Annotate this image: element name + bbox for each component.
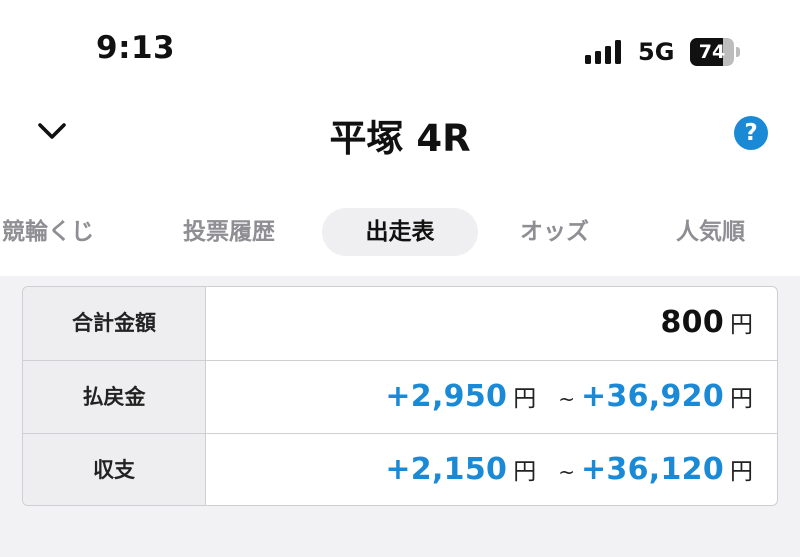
- total-amount: 800: [660, 305, 724, 340]
- status-bar: 9:13 5G 74: [0, 0, 800, 100]
- total-amount-label: 合計金額: [23, 287, 206, 360]
- yen-unit: 円: [513, 459, 537, 485]
- signal-strength-icon: [585, 40, 625, 64]
- tab-betting-history[interactable]: 投票履歴: [183, 208, 275, 256]
- yen-unit: 円: [513, 386, 537, 412]
- payout-row: 払戻金 +2,950 円 ~ +36,920 円: [23, 360, 777, 433]
- summary-table: 合計金額 800 円 払戻金 +2,950 円 ~ +36,920 円 収支 +2,150…: [22, 286, 778, 506]
- yen-unit: 円: [730, 312, 753, 338]
- battery-icon: 74: [690, 38, 740, 66]
- balance-label: 収支: [23, 434, 206, 505]
- range-tilde: ~: [558, 460, 575, 484]
- battery-level: 74: [698, 41, 726, 63]
- balance-min: +2,150: [385, 452, 508, 487]
- payout-label: 払戻金: [23, 361, 206, 433]
- balance-max: +36,120: [580, 452, 724, 487]
- range-tilde: ~: [558, 387, 575, 411]
- yen-unit: 円: [730, 386, 753, 412]
- total-amount-value: 800 円: [660, 287, 753, 360]
- tab-keirin-kuji[interactable]: 競輪くじ: [2, 208, 94, 256]
- network-type: 5G: [638, 38, 675, 66]
- total-amount-row: 合計金額 800 円: [23, 287, 777, 360]
- help-icon[interactable]: ?: [734, 116, 768, 150]
- yen-unit: 円: [730, 459, 753, 485]
- tab-bar: 競輪くじ 投票履歴 出走表 オッズ 人気順: [0, 208, 800, 256]
- payout-max: +36,920: [580, 379, 724, 414]
- status-time: 9:13: [96, 30, 176, 66]
- tab-popularity[interactable]: 人気順: [676, 208, 745, 256]
- payout-min: +2,950: [385, 379, 508, 414]
- tab-odds[interactable]: オッズ: [520, 208, 589, 256]
- tab-race-card[interactable]: 出走表: [322, 208, 478, 256]
- balance-value: +2,150 円 ~ +36,120 円: [385, 434, 753, 505]
- page-title: 平塚 4R: [329, 117, 471, 160]
- balance-row: 収支 +2,150 円 ~ +36,120 円: [23, 433, 777, 505]
- payout-value: +2,950 円 ~ +36,920 円: [385, 361, 753, 433]
